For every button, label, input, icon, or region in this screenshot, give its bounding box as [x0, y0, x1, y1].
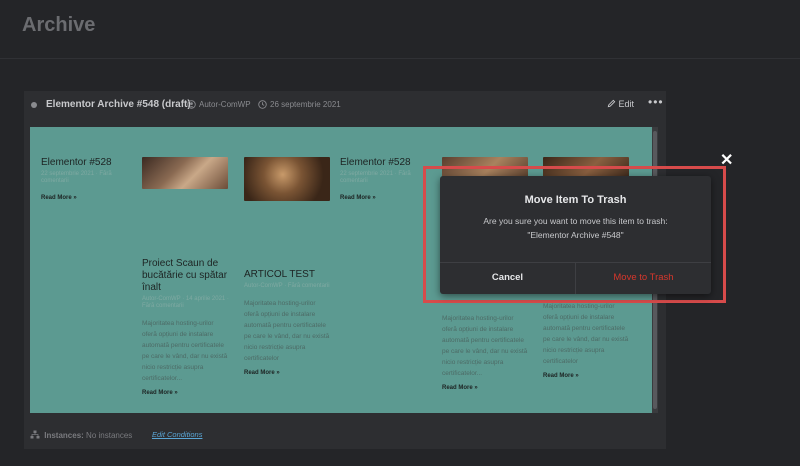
instances-info: Instances: No instances — [30, 430, 132, 440]
card-title: Elementor Archive #548 (draft) — [46, 99, 191, 110]
dialog-item-name: "Elementor Archive #548" — [527, 230, 624, 240]
card-header: Elementor Archive #548 (draft) Autor-Com… — [24, 91, 666, 119]
post-title: Proiect Scaun de bucătărie cu spătar îna… — [142, 258, 228, 293]
read-more-link[interactable]: Read More » — [244, 370, 332, 376]
post-meta: 22 septembrie 2021 · Fără comentarii — [41, 171, 112, 184]
post-item: ARTICOL TEST Autor-ComWP · Fără comentar… — [244, 269, 332, 376]
author-meta: Autor-ComWP — [187, 100, 251, 109]
post-item: Majoritatea hosting-urilor oferă opțiuni… — [442, 305, 530, 391]
post-title: ARTICOL TEST — [244, 269, 315, 280]
read-more-link[interactable]: Read More » — [442, 385, 530, 391]
date-text: 26 septembrie 2021 — [270, 100, 341, 109]
read-more-link[interactable]: Read More » — [41, 195, 131, 201]
header-divider — [0, 58, 800, 59]
post-meta: Autor-ComWP · Fără comentarii — [244, 283, 330, 289]
post-excerpt: Majoritatea hosting-urilor oferă opțiuni… — [244, 300, 330, 362]
post-thumbnail — [142, 157, 228, 189]
instances-label: Instances: — [44, 431, 84, 440]
edit-label: Edit — [618, 99, 635, 109]
clock-icon — [258, 100, 267, 109]
card-footer: Instances: No instances Edit Conditions — [24, 421, 666, 449]
status-dot — [31, 102, 37, 108]
dialog-message: Are you sure you want to move this item … — [450, 214, 701, 242]
post-item: Elementor #528 22 septembrie 2021 · Fără… — [41, 157, 131, 201]
post-title: Elementor #528 — [340, 157, 411, 168]
edit-button[interactable]: Edit — [607, 99, 634, 109]
post-excerpt: Majoritatea hosting-urilor oferă opțiuni… — [142, 320, 228, 382]
read-more-link[interactable]: Read More » — [340, 195, 430, 201]
cancel-button[interactable]: Cancel — [440, 262, 575, 294]
instances-value: No instances — [86, 431, 133, 440]
pencil-icon — [607, 99, 616, 108]
post-item: Majoritatea hosting-urilor oferă opțiuni… — [543, 293, 631, 379]
author-name: Autor-ComWP — [199, 100, 251, 109]
edit-conditions-link[interactable]: Edit Conditions — [152, 430, 202, 439]
date-meta: 26 septembrie 2021 — [258, 100, 341, 109]
post-item: Elementor #528 22 septembrie 2021 · Fără… — [340, 157, 430, 201]
post-excerpt: Majoritatea hosting-urilor oferă opțiuni… — [543, 303, 629, 365]
sitemap-icon — [30, 430, 40, 439]
post-thumbnail — [244, 157, 330, 201]
read-more-link[interactable]: Read More » — [142, 390, 230, 396]
post-item: Proiect Scaun de bucătărie cu spătar îna… — [142, 258, 230, 396]
dialog-title: Move Item To Trash — [524, 194, 627, 206]
post-meta: 22 septembrie 2021 · Fără comentarii — [340, 171, 411, 184]
post-meta: Autor-ComWP · 14 aprilie 2021 · Fără com… — [142, 296, 229, 309]
post-title: Elementor #528 — [41, 157, 112, 168]
dialog-message-line: Are you sure you want to move this item … — [483, 216, 668, 226]
user-icon — [187, 100, 196, 109]
move-to-trash-button[interactable]: Move to Trash — [576, 262, 711, 294]
more-options-button[interactable]: ••• — [648, 95, 664, 109]
trash-dialog: Move Item To Trash Are you sure you want… — [440, 176, 711, 294]
post-excerpt: Majoritatea hosting-urilor oferă opțiuni… — [442, 315, 528, 377]
read-more-link[interactable]: Read More » — [543, 373, 631, 379]
page-title: Archive — [22, 14, 96, 36]
